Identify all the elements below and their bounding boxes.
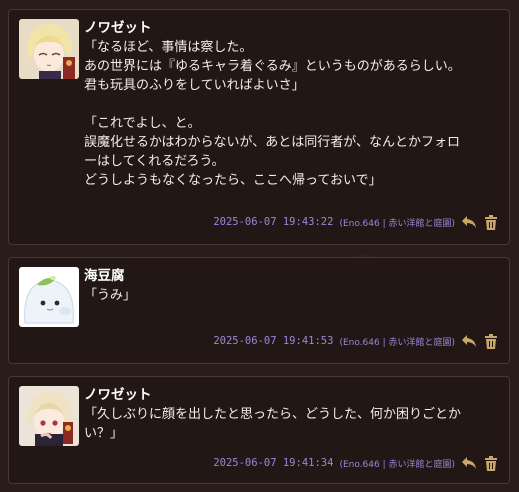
message-text: 「久しぶりに顔を出したと思ったら、どうした、何か困りごとか い？」 (84, 407, 462, 441)
avatar[interactable] (19, 19, 79, 79)
message-card: ノワゼット 「久しぶりに顔を出したと思ったら、どうした、何か困りごとか い？」 … (8, 376, 510, 484)
message-timestamp: 2025-06-07 19:41:53 (213, 335, 334, 347)
reply-icon[interactable] (461, 333, 477, 349)
avatar[interactable] (19, 267, 79, 327)
avatar[interactable] (19, 386, 79, 446)
trash-icon[interactable] (483, 333, 499, 349)
author-eno-link[interactable]: (Eno.646 | 赤い洋館と庭園) (339, 457, 455, 470)
message-text: 「うみ」 (84, 288, 137, 303)
message-card: ノワゼット 「なるほど、事情は察した。 あの世界には『ゆるキャラ着ぐるみ』という… (8, 9, 510, 245)
reply-icon[interactable] (461, 455, 477, 471)
message-timestamp: 2025-06-07 19:41:34 (213, 457, 334, 469)
author-name: ノワゼット (84, 387, 152, 403)
reply-icon[interactable] (461, 214, 477, 230)
author-name: 海豆腐 (84, 268, 125, 284)
author-eno-link[interactable]: (Eno.646 | 赤い洋館と庭園) (339, 335, 455, 348)
trash-icon[interactable] (483, 455, 499, 471)
message-card: 海豆腐 「うみ」 2025-06-07 19:41:53 (Eno.646 | … (8, 257, 510, 364)
author-name: ノワゼット (84, 20, 152, 36)
message-text: 「なるほど、事情は察した。 あの世界には『ゆるキャラ着ぐるみ』というものがあるら… (84, 40, 461, 188)
trash-icon[interactable] (483, 214, 499, 230)
author-eno-link[interactable]: (Eno.646 | 赤い洋館と庭園) (339, 216, 455, 229)
message-timestamp: 2025-06-07 19:43:22 (213, 216, 334, 228)
